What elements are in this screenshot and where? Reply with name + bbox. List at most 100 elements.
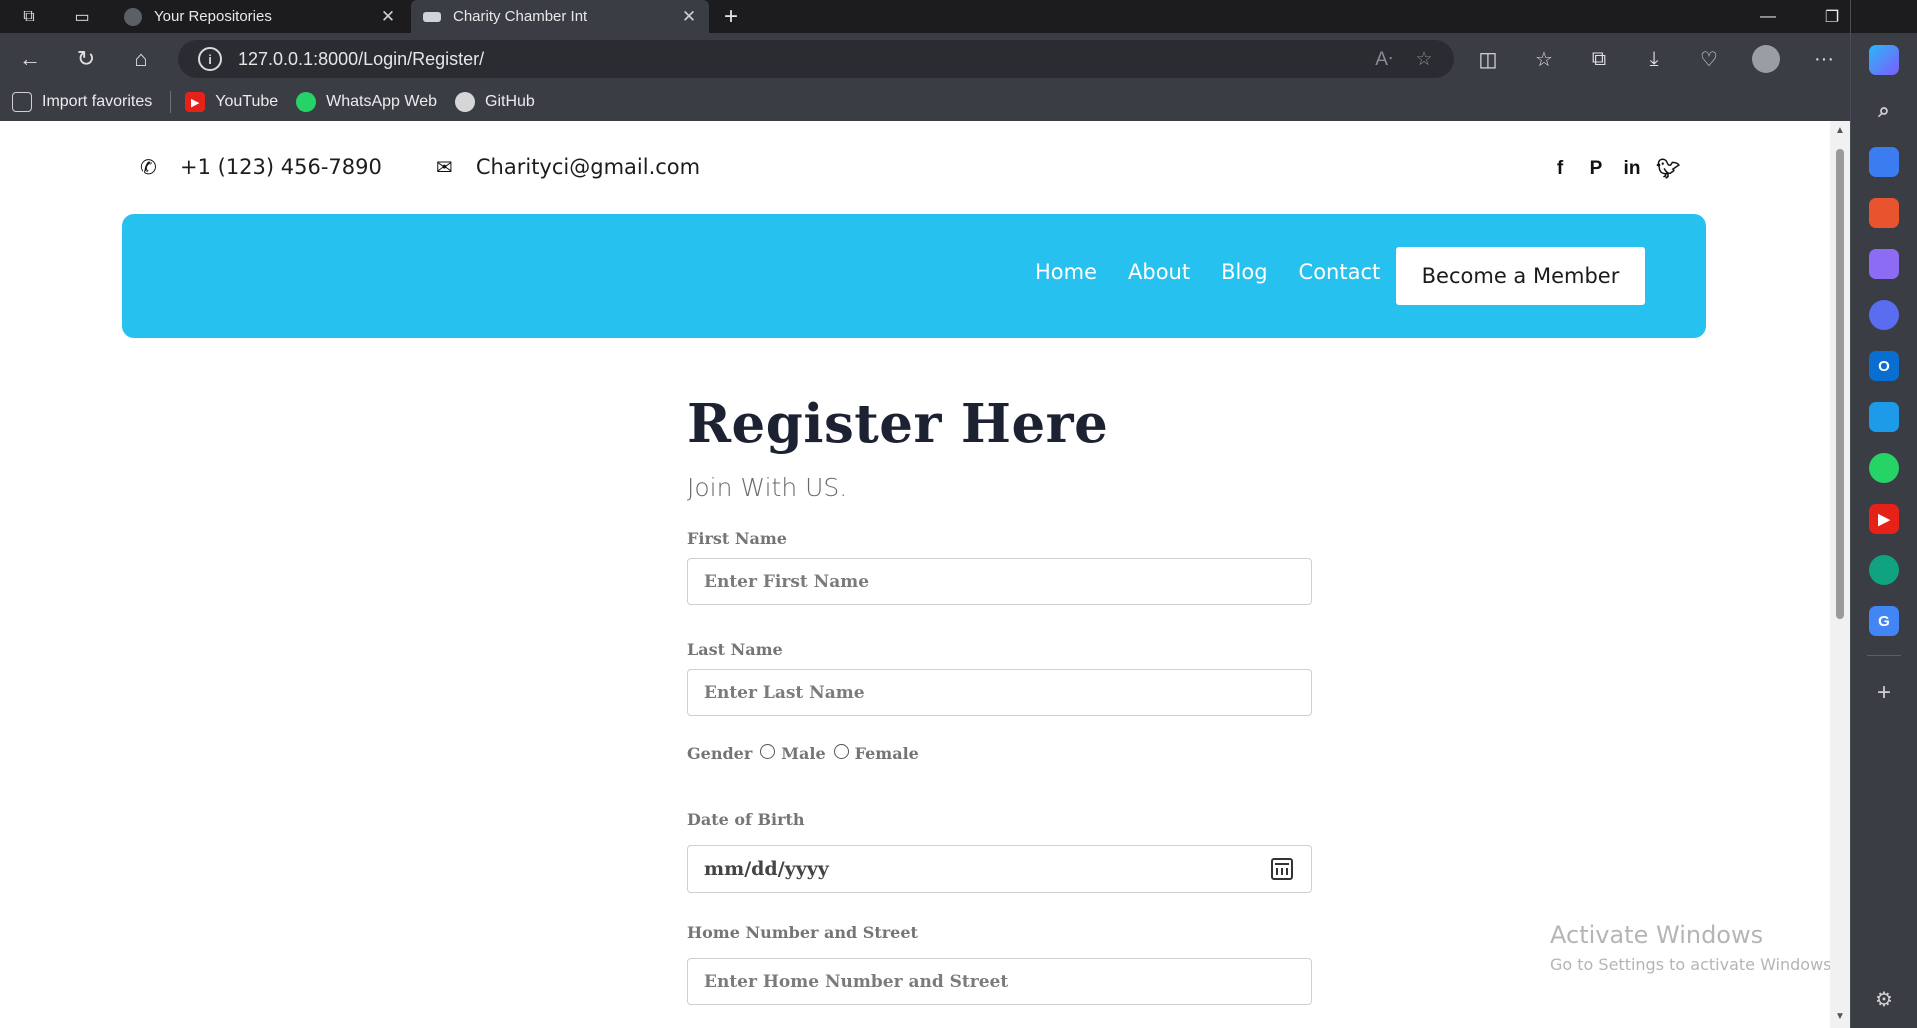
refresh-icon[interactable]: ↻ (68, 41, 104, 77)
browser-essentials-icon[interactable]: ♡ (1689, 41, 1729, 77)
gender-group: Gender Male Female (687, 744, 919, 763)
favorite-import[interactable]: Import favorites (12, 92, 152, 112)
scrollbar-thumb[interactable] (1836, 149, 1844, 619)
twitter-icon[interactable]: 🐦︎ (1650, 157, 1686, 181)
favorite-label: WhatsApp Web (326, 93, 438, 110)
tab-your-repositories[interactable]: Your Repositories ✕ (112, 0, 408, 33)
telegram-icon[interactable] (1869, 402, 1899, 432)
workspaces-icon[interactable]: ⧉ (14, 3, 44, 31)
nav-contact[interactable]: Contact (1299, 260, 1381, 284)
email-address: Charityci@gmail.com (475, 155, 701, 179)
gender-female-radio[interactable] (833, 744, 849, 759)
collections-icon[interactable]: ⧉ (1579, 41, 1619, 77)
add-sidebar-app-icon[interactable]: + (1869, 678, 1899, 708)
envelope-icon: ✉ (435, 155, 453, 179)
nav-home[interactable]: Home (1035, 260, 1097, 284)
shopping-tag-icon[interactable] (1869, 147, 1899, 177)
browser-toolbar: ← ↻ ⌂ i 127.0.0.1:8000/Login/Register/ A… (0, 33, 1850, 121)
split-screen-icon[interactable]: ◫ (1468, 41, 1508, 77)
home-icon[interactable]: ⌂ (123, 41, 159, 77)
tab-charity-chamber[interactable]: Charity Chamber Int ✕ (411, 0, 709, 33)
more-options-icon[interactable]: ··· (1804, 41, 1844, 77)
favorite-label: Import favorites (42, 93, 153, 110)
outlook-icon[interactable]: O (1869, 351, 1899, 381)
favorite-star-icon[interactable]: ☆ (1404, 48, 1444, 71)
dob-field[interactable]: mm/dd/yyyy (687, 845, 1312, 893)
activate-windows-watermark: Activate Windows Go to Settings to activ… (1550, 921, 1837, 974)
vertical-tabs-icon[interactable]: ▭ (67, 3, 97, 31)
edge-sidebar: ⌕ O ▶ G + ⚙ (1850, 0, 1917, 1028)
downloads-icon[interactable]: ⤓ (1634, 41, 1674, 77)
tab-title: Charity Chamber Int (453, 8, 588, 25)
phone-contact: ✆ +1 (123) 456-7890 (140, 155, 382, 179)
close-tab-icon[interactable]: ✕ (380, 7, 396, 27)
favorite-label: YouTube (215, 93, 279, 110)
close-tab-icon[interactable]: ✕ (681, 7, 697, 27)
games-icon[interactable] (1869, 249, 1899, 279)
favorites-divider (170, 91, 172, 113)
new-tab-button[interactable]: + (716, 2, 746, 32)
whatsapp-icon[interactable] (1869, 453, 1899, 483)
gender-male-label[interactable]: Male (781, 744, 825, 763)
pinterest-icon[interactable]: P (1578, 158, 1614, 180)
tab-strip: ⧉ ▭ Your Repositories ✕ Charity Chamber … (0, 0, 1917, 33)
social-links: f P in 🐦︎ (1542, 157, 1686, 181)
last-name-input[interactable] (704, 682, 1311, 703)
tools-icon[interactable] (1869, 198, 1899, 228)
sidebar-settings-icon[interactable]: ⚙ (1869, 984, 1899, 1014)
minimize-button[interactable]: — (1740, 0, 1796, 33)
youtube-icon[interactable]: ▶ (1869, 504, 1899, 534)
microsoft365-icon[interactable] (1869, 300, 1899, 330)
gender-male-radio[interactable] (760, 744, 776, 759)
profile-avatar-icon[interactable] (1746, 41, 1786, 77)
page-scrollbar[interactable]: ▲ ▼ (1830, 121, 1850, 1028)
url-text[interactable]: 127.0.0.1:8000/Login/Register/ (238, 49, 1364, 70)
first-name-field[interactable] (687, 558, 1312, 605)
watermark-title: Activate Windows (1550, 921, 1764, 949)
become-member-button[interactable]: Become a Member (1396, 247, 1645, 305)
last-name-field[interactable] (687, 669, 1312, 716)
github-icon (455, 92, 476, 112)
page-viewport: ✆ +1 (123) 456-7890 ✉ Charityci@gmail.co… (0, 121, 1850, 1028)
favorite-youtube[interactable]: ▶ YouTube (185, 92, 278, 112)
import-icon (12, 92, 32, 112)
watermark-subtitle: Go to Settings to activate Windows. (1550, 955, 1837, 974)
gender-label: Gender (687, 744, 753, 763)
chatgpt-icon[interactable] (1869, 555, 1899, 585)
calendar-icon[interactable] (1271, 858, 1293, 880)
back-arrow-icon[interactable]: ← (12, 41, 48, 77)
site-info-icon[interactable]: i (198, 47, 222, 71)
favorite-github[interactable]: GitHub (455, 92, 535, 112)
translate-icon[interactable]: G (1869, 606, 1899, 636)
street-label: Home Number and Street (687, 923, 918, 942)
favorites-icon[interactable]: ☆ (1524, 41, 1564, 77)
dob-value[interactable]: mm/dd/yyyy (704, 858, 1271, 880)
whatsapp-icon (296, 92, 317, 112)
contact-info: ✆ +1 (123) 456-7890 ✉ Charityci@gmail.co… (140, 155, 754, 179)
scroll-up-arrow-icon[interactable]: ▲ (1834, 125, 1846, 136)
scroll-down-arrow-icon[interactable]: ▼ (1834, 1011, 1846, 1022)
address-bar[interactable]: i 127.0.0.1:8000/Login/Register/ Aᐧ ☆ (178, 40, 1454, 78)
street-field[interactable] (687, 958, 1312, 1005)
first-name-input[interactable] (704, 571, 1311, 592)
copilot-icon[interactable] (1869, 45, 1899, 75)
street-input[interactable] (704, 971, 1311, 992)
facebook-icon[interactable]: f (1542, 158, 1578, 180)
sidebar-top (1851, 0, 1917, 33)
favorite-whatsapp[interactable]: WhatsApp Web (296, 92, 437, 112)
favorites-bar: Import favorites ▶ YouTube WhatsApp Web … (0, 83, 553, 121)
last-name-label: Last Name (687, 640, 783, 659)
favorite-label: GitHub (485, 93, 535, 110)
nav-links: Home About Blog Contact (1035, 260, 1411, 284)
read-aloud-icon[interactable]: Aᐧ (1364, 48, 1404, 71)
main-navbar: Home About Blog Contact Become a Member (122, 214, 1706, 338)
nav-blog[interactable]: Blog (1221, 260, 1267, 284)
first-name-label: First Name (687, 529, 787, 548)
youtube-icon: ▶ (185, 92, 206, 112)
sidebar-divider (1867, 655, 1901, 656)
nav-about[interactable]: About (1128, 260, 1190, 284)
search-icon[interactable]: ⌕ (1869, 96, 1899, 126)
linkedin-icon[interactable]: in (1614, 158, 1650, 180)
email-contact: ✉ Charityci@gmail.com (436, 155, 700, 179)
gender-female-label[interactable]: Female (855, 744, 919, 763)
